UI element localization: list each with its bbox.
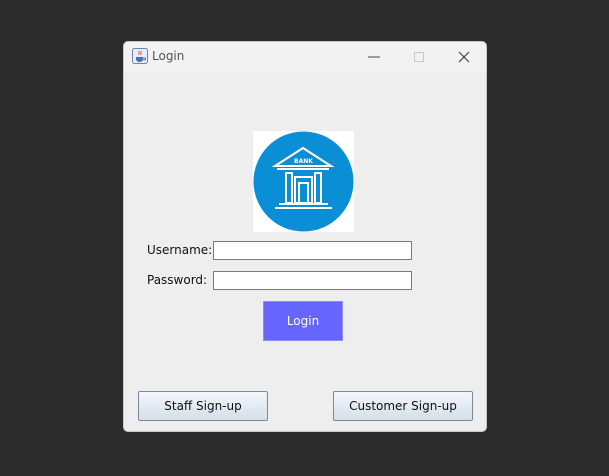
login-window: Login BANK Username: Password: Login Sta… xyxy=(123,41,487,432)
username-label: Username: xyxy=(147,243,213,257)
maximize-button[interactable] xyxy=(397,42,441,72)
window-title: Login xyxy=(152,49,185,63)
close-button[interactable] xyxy=(442,42,486,72)
bank-building-icon: BANK xyxy=(253,131,354,232)
username-field[interactable] xyxy=(213,241,412,260)
minimize-button[interactable] xyxy=(352,42,396,72)
maximize-icon xyxy=(414,52,424,62)
password-label: Password: xyxy=(147,273,208,287)
minimize-icon xyxy=(368,56,380,58)
staff-signup-button[interactable]: Staff Sign-up xyxy=(138,391,268,421)
logo-text: BANK xyxy=(294,158,313,165)
java-cup-icon xyxy=(132,48,148,64)
bank-logo: BANK xyxy=(253,131,354,232)
login-button[interactable]: Login xyxy=(263,301,343,341)
password-field[interactable] xyxy=(213,271,412,290)
close-icon xyxy=(458,51,470,63)
title-bar[interactable]: Login xyxy=(124,42,486,72)
customer-signup-button[interactable]: Customer Sign-up xyxy=(333,391,473,421)
